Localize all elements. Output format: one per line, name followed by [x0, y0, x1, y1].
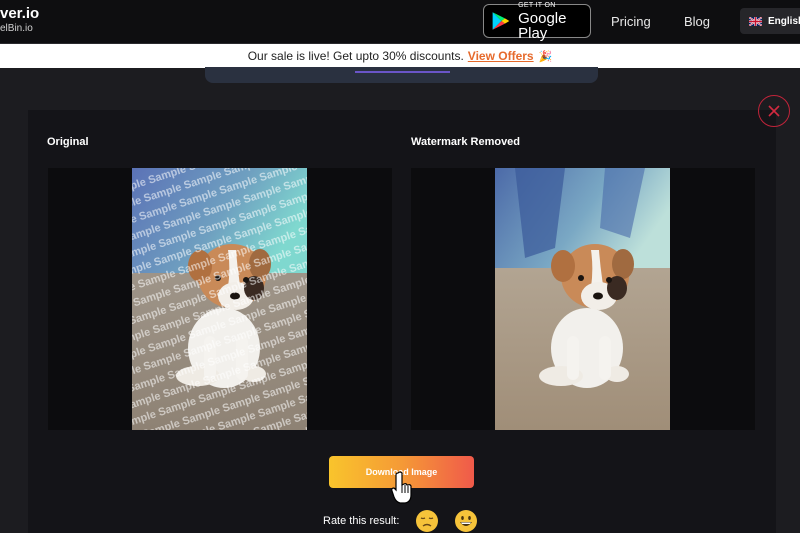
hand-cursor-icon [391, 471, 412, 504]
logo[interactable]: ver.io elBin.io [0, 6, 39, 35]
close-button[interactable] [758, 95, 790, 127]
original-image: Sample Sample Sample Sample Sample Sampl… [132, 168, 307, 430]
store-big-text: Google Play [518, 9, 567, 42]
party-emoji: 🎉 [538, 50, 553, 63]
close-icon [768, 105, 780, 117]
logo-text: ver.io [0, 5, 40, 22]
language-selector[interactable]: English [740, 8, 800, 34]
result-image [495, 168, 670, 430]
uk-flag-icon [749, 16, 762, 26]
google-play-icon [492, 12, 510, 30]
grinning-face-icon[interactable] [454, 509, 478, 533]
store-small-text: GET IT ON [518, 1, 556, 9]
view-offers-link[interactable]: View Offers [468, 49, 534, 63]
background-panel [205, 67, 598, 83]
language-label: English [768, 15, 800, 27]
original-label: Original [47, 136, 89, 148]
nav-pricing[interactable]: Pricing [611, 14, 651, 29]
sale-text: Our sale is live! Get upto 30% discounts… [247, 49, 464, 63]
top-header: ver.io elBin.io GET IT ON Google Play Pr… [0, 0, 800, 44]
sad-face-icon[interactable] [415, 509, 439, 533]
nav-blog[interactable]: Blog [684, 14, 710, 29]
rate-label: Rate this result: [323, 515, 400, 527]
logo-subtext: elBin.io [0, 23, 33, 34]
google-play-button[interactable]: GET IT ON Google Play [483, 1, 591, 42]
sale-banner: Our sale is live! Get upto 30% discounts… [0, 44, 800, 68]
background-underline [355, 71, 450, 73]
watermark-removed-label: Watermark Removed [411, 136, 521, 148]
